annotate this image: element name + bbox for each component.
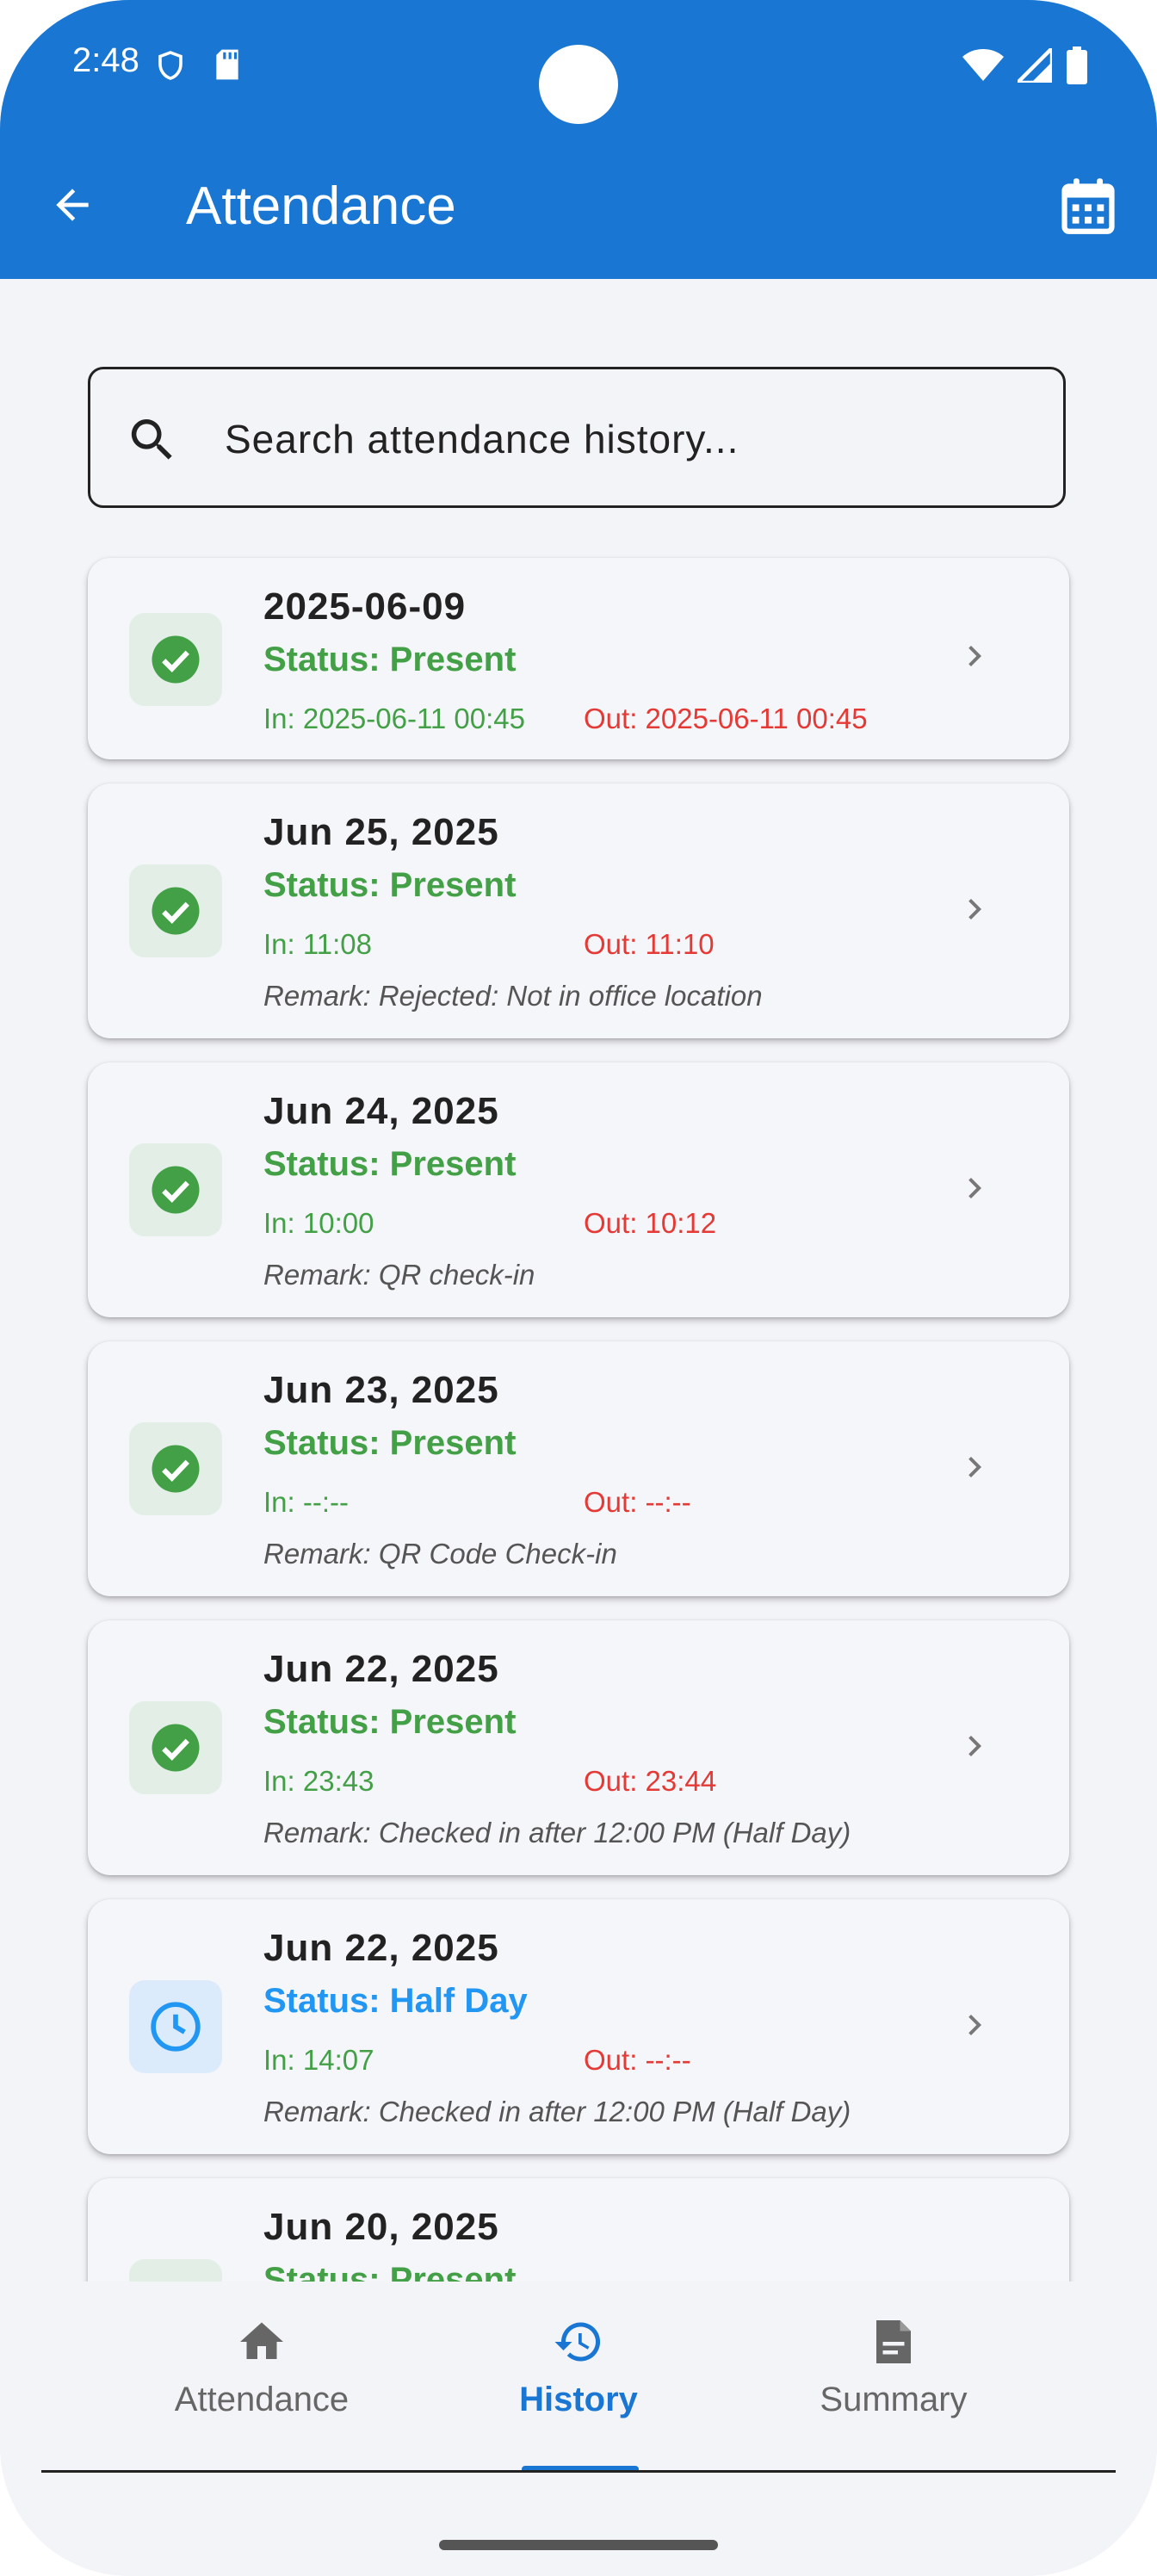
card-remark: Remark: Rejected: Not in office location bbox=[263, 980, 763, 1012]
card-status: Status: Present bbox=[263, 1703, 517, 1741]
check-out-time: Out: --:-- bbox=[584, 1486, 691, 1518]
status-time: 2:48 bbox=[72, 41, 139, 79]
battery-icon bbox=[1066, 46, 1088, 89]
card-status: Status: Present bbox=[263, 1145, 517, 1183]
attendance-card[interactable]: Jun 23, 2025 Status: Present In: --:-- O… bbox=[88, 1341, 1069, 1596]
card-status: Status: Present bbox=[263, 866, 517, 904]
gesture-bar[interactable] bbox=[439, 2540, 718, 2550]
check-in-time: In: 14:07 bbox=[263, 2044, 374, 2076]
attendance-card[interactable]: Jun 22, 2025 Status: Present In: 23:43 O… bbox=[88, 1620, 1069, 1875]
card-date: Jun 25, 2025 bbox=[263, 811, 499, 853]
check-in-time: In: 2025-06-11 00:45 bbox=[263, 703, 525, 734]
check-circle-icon bbox=[152, 635, 200, 684]
status-icon-box bbox=[129, 1701, 222, 1794]
history-icon bbox=[554, 2322, 601, 2362]
nav-label: Summary bbox=[820, 2381, 968, 2418]
chevron-right-icon bbox=[954, 2004, 995, 2050]
check-out-time: Out: 23:44 bbox=[584, 1765, 717, 1797]
search-input[interactable] bbox=[223, 404, 1036, 474]
page-title: Attendance bbox=[186, 176, 456, 236]
card-remark: Remark: Checked in after 12:00 PM (Half … bbox=[263, 2096, 851, 2127]
chevron-right-icon bbox=[954, 635, 995, 681]
nav-history[interactable]: History bbox=[449, 2316, 708, 2419]
attendance-card[interactable]: Jun 22, 2025 Status: Half Day In: 14:07 … bbox=[88, 1899, 1069, 2154]
check-in-time: In: 23:43 bbox=[263, 1765, 374, 1797]
nav-label: History bbox=[519, 2381, 638, 2418]
sd-card-icon bbox=[213, 48, 241, 85]
chevron-right-icon bbox=[954, 1167, 995, 1213]
card-date: Jun 22, 2025 bbox=[263, 1927, 499, 1969]
phone-screen: 2:48 Attendance Search attendance histor… bbox=[0, 0, 1157, 2576]
status-icon-box bbox=[129, 1980, 222, 2073]
back-button[interactable] bbox=[40, 172, 105, 238]
nav-bottom-area bbox=[41, 2473, 1116, 2576]
nav-attendance[interactable]: Attendance bbox=[133, 2316, 391, 2419]
search-box[interactable] bbox=[88, 367, 1066, 508]
calendar-icon bbox=[1061, 178, 1115, 234]
home-icon bbox=[240, 2322, 283, 2359]
check-out-time: Out: 2025-06-11 00:45 bbox=[584, 703, 868, 734]
card-status: Status: Half Day bbox=[263, 1982, 528, 2020]
bottom-navigation: Attendance History Summary bbox=[41, 2282, 1116, 2473]
document-icon bbox=[876, 2320, 911, 2363]
card-date: Jun 20, 2025 bbox=[263, 2206, 499, 2248]
chevron-right-icon bbox=[954, 1725, 995, 1771]
clock-icon bbox=[151, 2002, 201, 2052]
attendance-card[interactable]: Jun 25, 2025 Status: Present In: 11:08 O… bbox=[88, 783, 1069, 1038]
status-icon-box bbox=[129, 864, 222, 957]
attendance-card[interactable]: Jun 24, 2025 Status: Present In: 10:00 O… bbox=[88, 1062, 1069, 1317]
check-circle-icon bbox=[152, 1166, 200, 1214]
card-remark: Remark: Checked in after 12:00 PM (Half … bbox=[263, 1817, 851, 1848]
card-remark: Remark: QR check-in bbox=[263, 1259, 535, 1291]
check-out-time: Out: 11:10 bbox=[584, 928, 715, 960]
shield-icon bbox=[155, 48, 186, 87]
check-circle-icon bbox=[152, 887, 200, 935]
check-out-time: Out: 10:12 bbox=[584, 1207, 717, 1239]
search-icon bbox=[125, 412, 180, 472]
check-in-time: In: --:-- bbox=[263, 1486, 349, 1518]
nav-label: Attendance bbox=[174, 2381, 350, 2418]
wifi-icon bbox=[962, 48, 1004, 87]
attendance-card[interactable]: 2025-06-09 Status: Present In: 2025-06-1… bbox=[88, 558, 1069, 759]
status-icon-box bbox=[129, 613, 222, 706]
app-bar: 2:48 Attendance bbox=[0, 0, 1157, 279]
card-status: Status: Present bbox=[263, 641, 517, 678]
card-date: 2025-06-09 bbox=[263, 585, 467, 628]
card-status: Status: Present bbox=[263, 1424, 517, 1462]
check-circle-icon bbox=[152, 1724, 200, 1772]
signal-icon bbox=[1012, 43, 1055, 87]
nav-summary[interactable]: Summary bbox=[764, 2316, 1023, 2419]
card-date: Jun 22, 2025 bbox=[263, 1648, 499, 1690]
check-in-time: In: 11:08 bbox=[263, 928, 372, 960]
check-out-time: Out: --:-- bbox=[584, 2044, 691, 2076]
status-icon-box bbox=[129, 1143, 222, 1236]
camera-cutout bbox=[539, 45, 618, 124]
card-date: Jun 23, 2025 bbox=[263, 1369, 499, 1411]
status-icon-box bbox=[129, 1422, 222, 1515]
card-remark: Remark: QR Code Check-in bbox=[263, 1538, 617, 1570]
calendar-button[interactable] bbox=[1054, 172, 1123, 241]
chevron-right-icon bbox=[954, 889, 995, 934]
arrow-back-icon bbox=[56, 189, 89, 221]
status-icons bbox=[962, 43, 1088, 89]
card-date: Jun 24, 2025 bbox=[263, 1090, 499, 1132]
chevron-right-icon bbox=[954, 1446, 995, 1492]
check-in-time: In: 10:00 bbox=[263, 1207, 374, 1239]
check-circle-icon bbox=[152, 1445, 200, 1493]
